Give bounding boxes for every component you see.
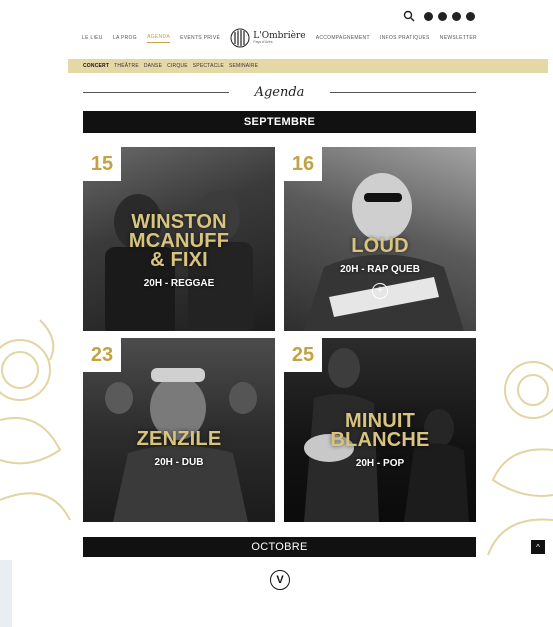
nav-events-prive[interactable]: EVENTS PRIVÉ [180, 35, 220, 41]
agenda-heading: Agenda [83, 82, 477, 102]
instagram-icon[interactable] [452, 11, 461, 21]
nav-la-prog[interactable]: LA PROG [113, 35, 137, 41]
event-details: 20H - RAP QUEB [340, 264, 420, 275]
event-card[interactable]: 23 ZENZILE 20H - DUB [83, 338, 275, 522]
event-date: 23 [83, 338, 121, 372]
event-date: 16 [284, 147, 322, 181]
event-date: 25 [284, 338, 322, 372]
nav-le-lieu[interactable]: LE LIEU [82, 35, 103, 41]
scroll-to-top-button[interactable]: ^ [531, 540, 545, 554]
category-spectacle[interactable]: SPECTACLE [193, 63, 224, 69]
nav-accompagnement[interactable]: ACCOMPAGNEMENT [316, 35, 370, 41]
month-header-septembre: SEPTEMBRE [83, 111, 476, 133]
event-card[interactable]: 15 WINSTON MCANUFF & FIXI 20H - REGGAE [83, 147, 275, 331]
floral-decoration-right [487, 361, 553, 556]
category-theatre[interactable]: THÉÂTRE [114, 63, 139, 69]
page-edge-shade [0, 560, 12, 627]
event-card[interactable]: 16 LOUD 20H - RAP QUEB + [284, 147, 476, 331]
category-cirque[interactable]: CIRQUE [167, 63, 188, 69]
social-icons [403, 10, 475, 22]
main-nav: LE LIEU LA PROG AGENDA EVENTS PRIVÉ L'Om… [82, 27, 477, 49]
event-name-line: LOUD [351, 235, 409, 257]
event-details: 20H - REGGAE [143, 278, 215, 289]
page-title: Agenda [254, 84, 305, 100]
event-details: 20H - DUB [154, 457, 204, 468]
twitter-icon[interactable] [438, 11, 447, 21]
month-header-octobre: OCTOBRE [83, 537, 476, 557]
nav-agenda[interactable]: AGENDA [147, 34, 170, 43]
event-name-line: BLANCHE [330, 429, 430, 451]
facebook-icon[interactable] [424, 11, 433, 21]
event-date: 15 [83, 147, 121, 181]
event-info: MINUIT BLANCHE 20H - POP [284, 411, 476, 469]
site-logo[interactable]: L'Ombrière Pays d'Uzès [230, 28, 306, 48]
search-icon[interactable] [403, 10, 415, 22]
logo-subtitle: Pays d'Uzès [253, 39, 273, 44]
event-card[interactable]: 25 MINUIT BLANCHE 20H - POP [284, 338, 476, 522]
event-info: LOUD 20H - RAP QUEB + [284, 235, 476, 299]
event-info: ZENZILE 20H - DUB [83, 428, 275, 468]
divider [83, 91, 229, 93]
event-name-line: & FIXI [150, 249, 208, 271]
event-name-line: ZENZILE [136, 428, 222, 450]
nav-infos-pratiques[interactable]: INFOS PRATIQUES [380, 35, 430, 41]
show-more-button[interactable]: V [270, 570, 290, 590]
category-seminaire[interactable]: SEMINAIRE [229, 63, 258, 69]
divider [330, 91, 477, 93]
nav-newsletter[interactable]: NEWSLETTER [440, 35, 477, 41]
more-info-button[interactable]: + [372, 283, 388, 299]
category-concert[interactable]: CONCERT [83, 63, 109, 69]
floral-decoration-left [0, 319, 71, 521]
category-danse[interactable]: DANSE [144, 63, 162, 69]
youtube-icon[interactable] [466, 11, 475, 21]
category-filter-bar: CONCERT THÉÂTRE DANSE CIRQUE SPECTACLE S… [68, 59, 548, 73]
event-details: 20H - POP [355, 458, 405, 469]
event-info: WINSTON MCANUFF & FIXI 20H - REGGAE [83, 212, 275, 289]
logo-mark-icon [230, 28, 250, 48]
